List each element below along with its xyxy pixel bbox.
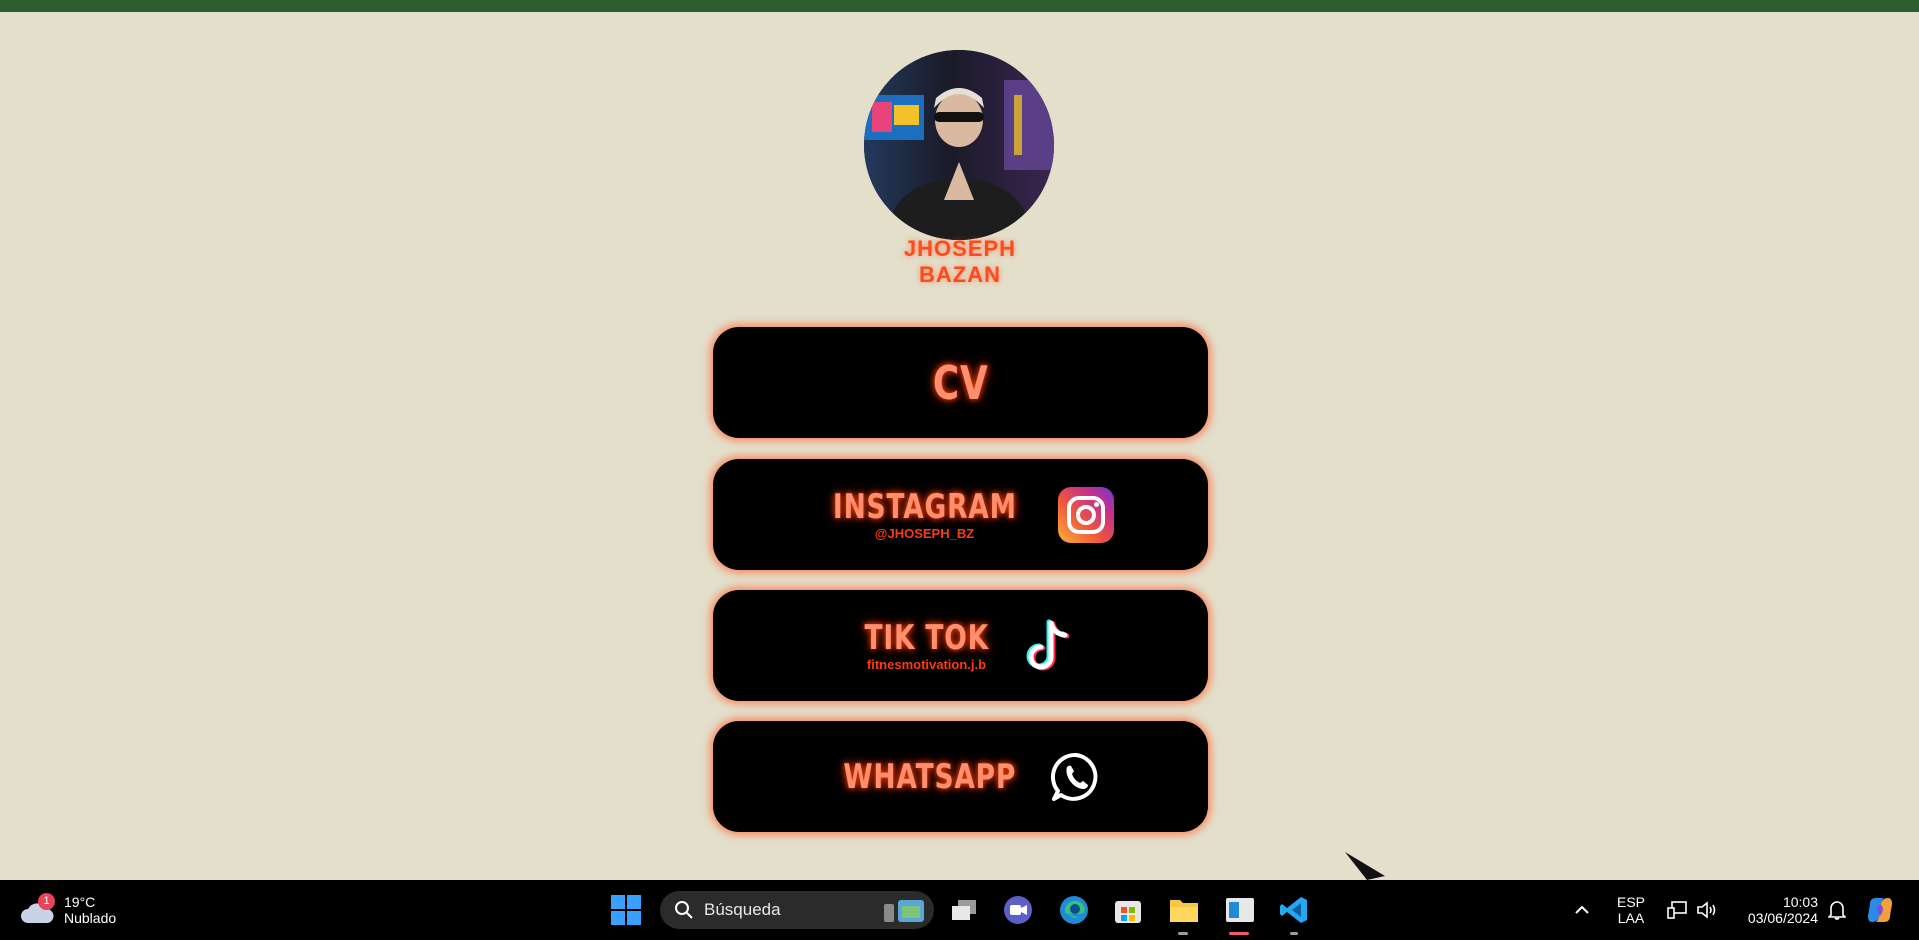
profile-name: JHOSEPH BAZAN (860, 236, 1060, 288)
cv-button[interactable]: CV (713, 327, 1208, 438)
mouse-cursor-icon (1345, 852, 1385, 880)
taskbar: 1 19°C Nublado Búsqueda ESP LAA 10:03 03… (0, 880, 1919, 940)
tiktok-icon (1024, 619, 1074, 673)
edge-browser-button[interactable] (1056, 894, 1092, 926)
weather-condition: Nublado (64, 910, 117, 926)
instagram-text: INSTAGRAM @JHOSEPH_BZ (807, 488, 1043, 541)
taskbar-search[interactable]: Búsqueda (660, 891, 934, 929)
copilot-icon (1868, 898, 1892, 922)
network-icon (1667, 901, 1687, 919)
weather-temp: 19°C (64, 894, 96, 910)
weather-badge: 1 (38, 893, 55, 910)
profile-photo (864, 50, 1054, 240)
instagram-handle: @JHOSEPH_BZ (874, 526, 975, 541)
volume-button[interactable] (1694, 896, 1720, 924)
search-icon (675, 901, 693, 919)
keyboard-layout: LAA (1617, 910, 1645, 926)
edge-icon (1060, 896, 1088, 924)
instagram-icon (1058, 486, 1115, 543)
weather-widget[interactable]: 1 19°C Nublado (20, 890, 150, 930)
windows-logo-icon (611, 895, 641, 925)
tiktok-handle: fitnesmotivation.j.b (866, 657, 987, 672)
vscode-icon (1280, 897, 1307, 923)
active-app-indicator (1229, 932, 1249, 935)
instagram-label: INSTAGRAM (832, 487, 1017, 527)
language-indicator[interactable]: ESP LAA (1612, 890, 1650, 930)
vscode-indicator (1290, 932, 1298, 935)
start-button[interactable] (608, 894, 644, 926)
clock-date: 03/06/2024 (1747, 910, 1818, 926)
search-highlight-icon (884, 900, 924, 922)
cv-button-label: CV (932, 355, 989, 410)
whatsapp-button[interactable]: WHATSAPP (713, 721, 1208, 832)
language-code: ESP (1616, 894, 1645, 910)
tiktok-label: TIK TOK (864, 618, 989, 658)
chevron-up-icon (1575, 905, 1589, 914)
file-explorer-button[interactable] (1166, 894, 1202, 926)
meet-app-button[interactable] (1000, 894, 1036, 926)
profile-name-first: JHOSEPH (903, 236, 1017, 261)
clock-time: 10:03 (1782, 894, 1818, 910)
store-button[interactable] (1110, 894, 1146, 926)
active-app-button[interactable] (1222, 894, 1258, 926)
instagram-button[interactable]: INSTAGRAM @JHOSEPH_BZ (713, 459, 1208, 570)
file-explorer-indicator (1178, 932, 1188, 935)
whatsapp-label: WHATSAPP (843, 756, 1016, 797)
app-window-icon (1226, 898, 1254, 922)
task-view-button[interactable] (946, 894, 982, 926)
cloud-icon: 1 (20, 893, 56, 925)
top-accent-bar (0, 0, 1919, 12)
speaker-icon (1697, 901, 1716, 919)
notifications-button[interactable] (1824, 896, 1850, 924)
network-button[interactable] (1664, 896, 1690, 924)
tiktok-text: TIK TOK fitnesmotivation.j.b (847, 619, 1006, 672)
video-chat-icon (1004, 896, 1032, 924)
clock[interactable]: 10:03 03/06/2024 (1734, 890, 1818, 930)
bell-icon (1828, 901, 1846, 920)
show-hidden-icons-button[interactable] (1570, 896, 1594, 924)
tiktok-button[interactable]: TIK TOK fitnesmotivation.j.b (713, 590, 1208, 701)
search-label: Búsqueda (704, 900, 781, 919)
whatsapp-icon (1050, 751, 1102, 803)
task-view-icon (952, 900, 976, 920)
folder-icon (1170, 900, 1198, 922)
copilot-button[interactable] (1862, 892, 1898, 928)
profile-name-last: BAZAN (919, 262, 1001, 287)
store-icon (1115, 901, 1141, 923)
vscode-button[interactable] (1276, 894, 1312, 926)
